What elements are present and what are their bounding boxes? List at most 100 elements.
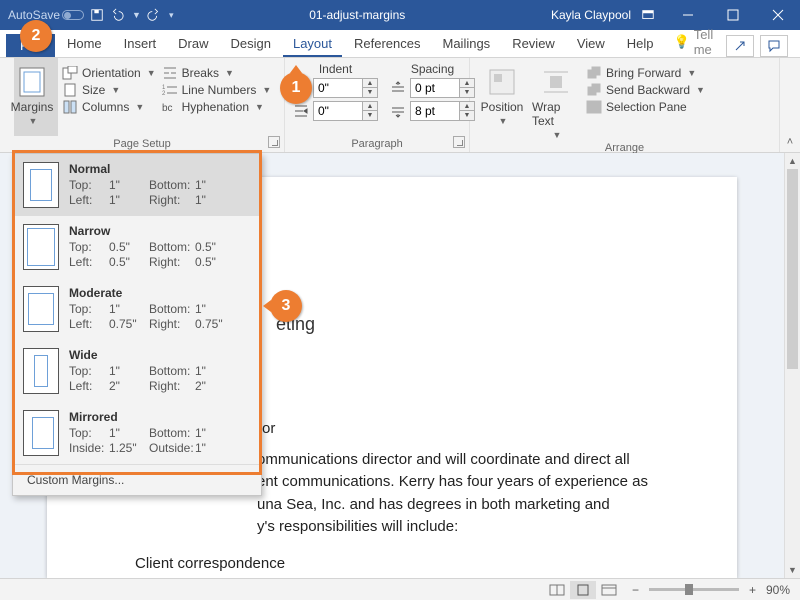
custom-margins-item[interactable]: Custom Margins... <box>13 464 261 495</box>
vertical-scrollbar[interactable]: ▲ ▼ <box>784 153 800 578</box>
group-arrange: Position▼ Wrap Text▼ Bring Forward▼ Send… <box>470 58 780 152</box>
space-before-icon <box>390 81 406 95</box>
spacing-heading: Spacing <box>390 62 475 76</box>
web-layout-button[interactable] <box>596 581 622 599</box>
quick-access-toolbar: AutoSave ▼ ▾ <box>0 8 174 22</box>
callout-2: 2 <box>20 20 52 52</box>
tab-design[interactable]: Design <box>221 32 281 57</box>
share-button[interactable] <box>726 35 754 57</box>
scroll-down-icon[interactable]: ▼ <box>785 562 800 578</box>
group-page-setup: Margins ▼ Orientation▼ Size▼ Columns▼ Br… <box>0 58 285 152</box>
lightbulb-icon: 💡 <box>674 34 690 50</box>
space-before-input[interactable] <box>410 78 460 98</box>
read-mode-button[interactable] <box>544 581 570 599</box>
orientation-button[interactable]: Orientation▼ <box>62 66 156 80</box>
zoom-out-button[interactable]: − <box>632 583 639 597</box>
columns-icon <box>62 100 78 114</box>
group-paragraph: Indent ▲▼ ▲▼ Spacing ▲▼ ▲▼ Paragraph <box>285 58 470 152</box>
breaks-button[interactable]: Breaks▼ <box>162 66 272 80</box>
indent-right-icon <box>293 104 309 118</box>
group-label-arrange: Arrange <box>478 140 771 154</box>
status-bar: − + 90% <box>0 578 800 600</box>
selection-pane-button[interactable]: Selection Pane <box>586 100 705 114</box>
margins-preset-normal[interactable]: Normal Top:1"Bottom:1" Left:1"Right:1" <box>13 154 261 216</box>
spacing-before[interactable]: ▲▼ <box>390 78 475 98</box>
doc-para: ommunications director and will coordina… <box>257 449 677 539</box>
undo-dropdown-icon[interactable]: ▼ <box>132 10 141 20</box>
zoom-slider[interactable] <box>649 588 739 591</box>
callout-1: 1 <box>280 72 312 104</box>
margin-thumb-icon <box>23 410 59 456</box>
group-label-paragraph: Paragraph <box>293 136 461 150</box>
space-after-input[interactable] <box>410 101 460 121</box>
hyphenation-icon: bc <box>162 100 178 114</box>
tab-home[interactable]: Home <box>57 32 112 57</box>
scroll-up-icon[interactable]: ▲ <box>785 153 800 169</box>
selection-pane-icon <box>586 100 602 114</box>
tab-layout[interactable]: Layout <box>283 32 342 57</box>
spacing-after[interactable]: ▲▼ <box>390 101 475 121</box>
send-backward-icon <box>586 83 602 97</box>
zoom-in-button[interactable]: + <box>749 583 756 597</box>
undo-icon[interactable] <box>110 8 124 22</box>
tab-view[interactable]: View <box>567 32 615 57</box>
indent-left-input[interactable] <box>313 78 363 98</box>
hyphenation-button[interactable]: bcHyphenation▼ <box>162 100 272 114</box>
autosave-toggle[interactable]: AutoSave <box>8 8 84 22</box>
zoom-thumb[interactable] <box>685 584 693 595</box>
wrap-text-button: Wrap Text▼ <box>532 62 580 140</box>
minimize-button[interactable] <box>665 0 710 30</box>
tab-review[interactable]: Review <box>502 32 565 57</box>
comments-button[interactable] <box>760 35 788 57</box>
indent-right[interactable]: ▲▼ <box>293 101 378 121</box>
tab-help[interactable]: Help <box>617 32 664 57</box>
margin-thumb-icon <box>23 224 59 270</box>
orientation-icon <box>62 66 78 80</box>
indent-heading: Indent <box>293 62 378 76</box>
ribbon-tabs: File Home Insert Draw Design Layout Refe… <box>0 30 800 58</box>
margins-preset-narrow[interactable]: Narrow Top:0.5"Bottom:0.5" Left:0.5"Righ… <box>13 216 261 278</box>
tab-mailings[interactable]: Mailings <box>433 32 501 57</box>
size-button[interactable]: Size▼ <box>62 83 156 97</box>
save-icon[interactable] <box>90 8 104 22</box>
group-label-page-setup: Page Setup <box>8 136 276 150</box>
zoom-level[interactable]: 90% <box>766 583 790 597</box>
tab-draw[interactable]: Draw <box>168 32 218 57</box>
view-buttons <box>544 581 622 599</box>
bullet-item: Client correspondence <box>135 553 677 576</box>
ribbon: Margins ▼ Orientation▼ Size▼ Columns▼ Br… <box>0 58 800 153</box>
line-numbers-button[interactable]: 12Line Numbers▼ <box>162 83 272 97</box>
margins-dropdown: Normal Top:1"Bottom:1" Left:1"Right:1" N… <box>12 153 262 496</box>
close-button[interactable] <box>755 0 800 30</box>
columns-button[interactable]: Columns▼ <box>62 100 156 114</box>
tab-insert[interactable]: Insert <box>114 32 167 57</box>
chevron-down-icon: ▼ <box>29 116 38 126</box>
margins-preset-mirrored[interactable]: Mirrored Top:1"Bottom:1" Inside:1.25"Out… <box>13 402 261 464</box>
tab-references[interactable]: References <box>344 32 430 57</box>
preset-name: Moderate <box>69 286 251 300</box>
collapse-ribbon[interactable]: ˄ <box>780 58 800 152</box>
margins-preset-wide[interactable]: Wide Top:1"Bottom:1" Left:2"Right:2" <box>13 340 261 402</box>
user-name[interactable]: Kayla Claypool <box>541 8 641 22</box>
page-setup-launcher[interactable] <box>268 136 280 148</box>
margins-button[interactable]: Margins ▼ <box>8 62 56 126</box>
scroll-thumb[interactable] <box>787 169 798 369</box>
indent-right-input[interactable] <box>313 101 363 121</box>
send-backward-button: Send Backward▼ <box>586 83 705 97</box>
preset-name: Normal <box>69 162 251 176</box>
tell-me[interactable]: 💡 Tell me <box>674 27 722 57</box>
paragraph-launcher[interactable] <box>453 136 465 148</box>
print-layout-button[interactable] <box>570 581 596 599</box>
margins-preset-moderate[interactable]: Moderate Top:1"Bottom:1" Left:0.75"Right… <box>13 278 261 340</box>
maximize-button[interactable] <box>710 0 755 30</box>
margins-label: Margins <box>11 100 54 114</box>
redo-icon[interactable] <box>147 8 161 22</box>
preset-name: Wide <box>69 348 251 362</box>
margin-thumb-icon <box>23 162 59 208</box>
chevron-up-icon: ˄ <box>787 136 793 148</box>
bring-forward-button: Bring Forward▼ <box>586 66 705 80</box>
ribbon-display-icon[interactable] <box>641 8 655 22</box>
preset-name: Narrow <box>69 224 251 238</box>
toggle-icon <box>62 10 84 20</box>
wrap-text-icon <box>540 66 572 98</box>
